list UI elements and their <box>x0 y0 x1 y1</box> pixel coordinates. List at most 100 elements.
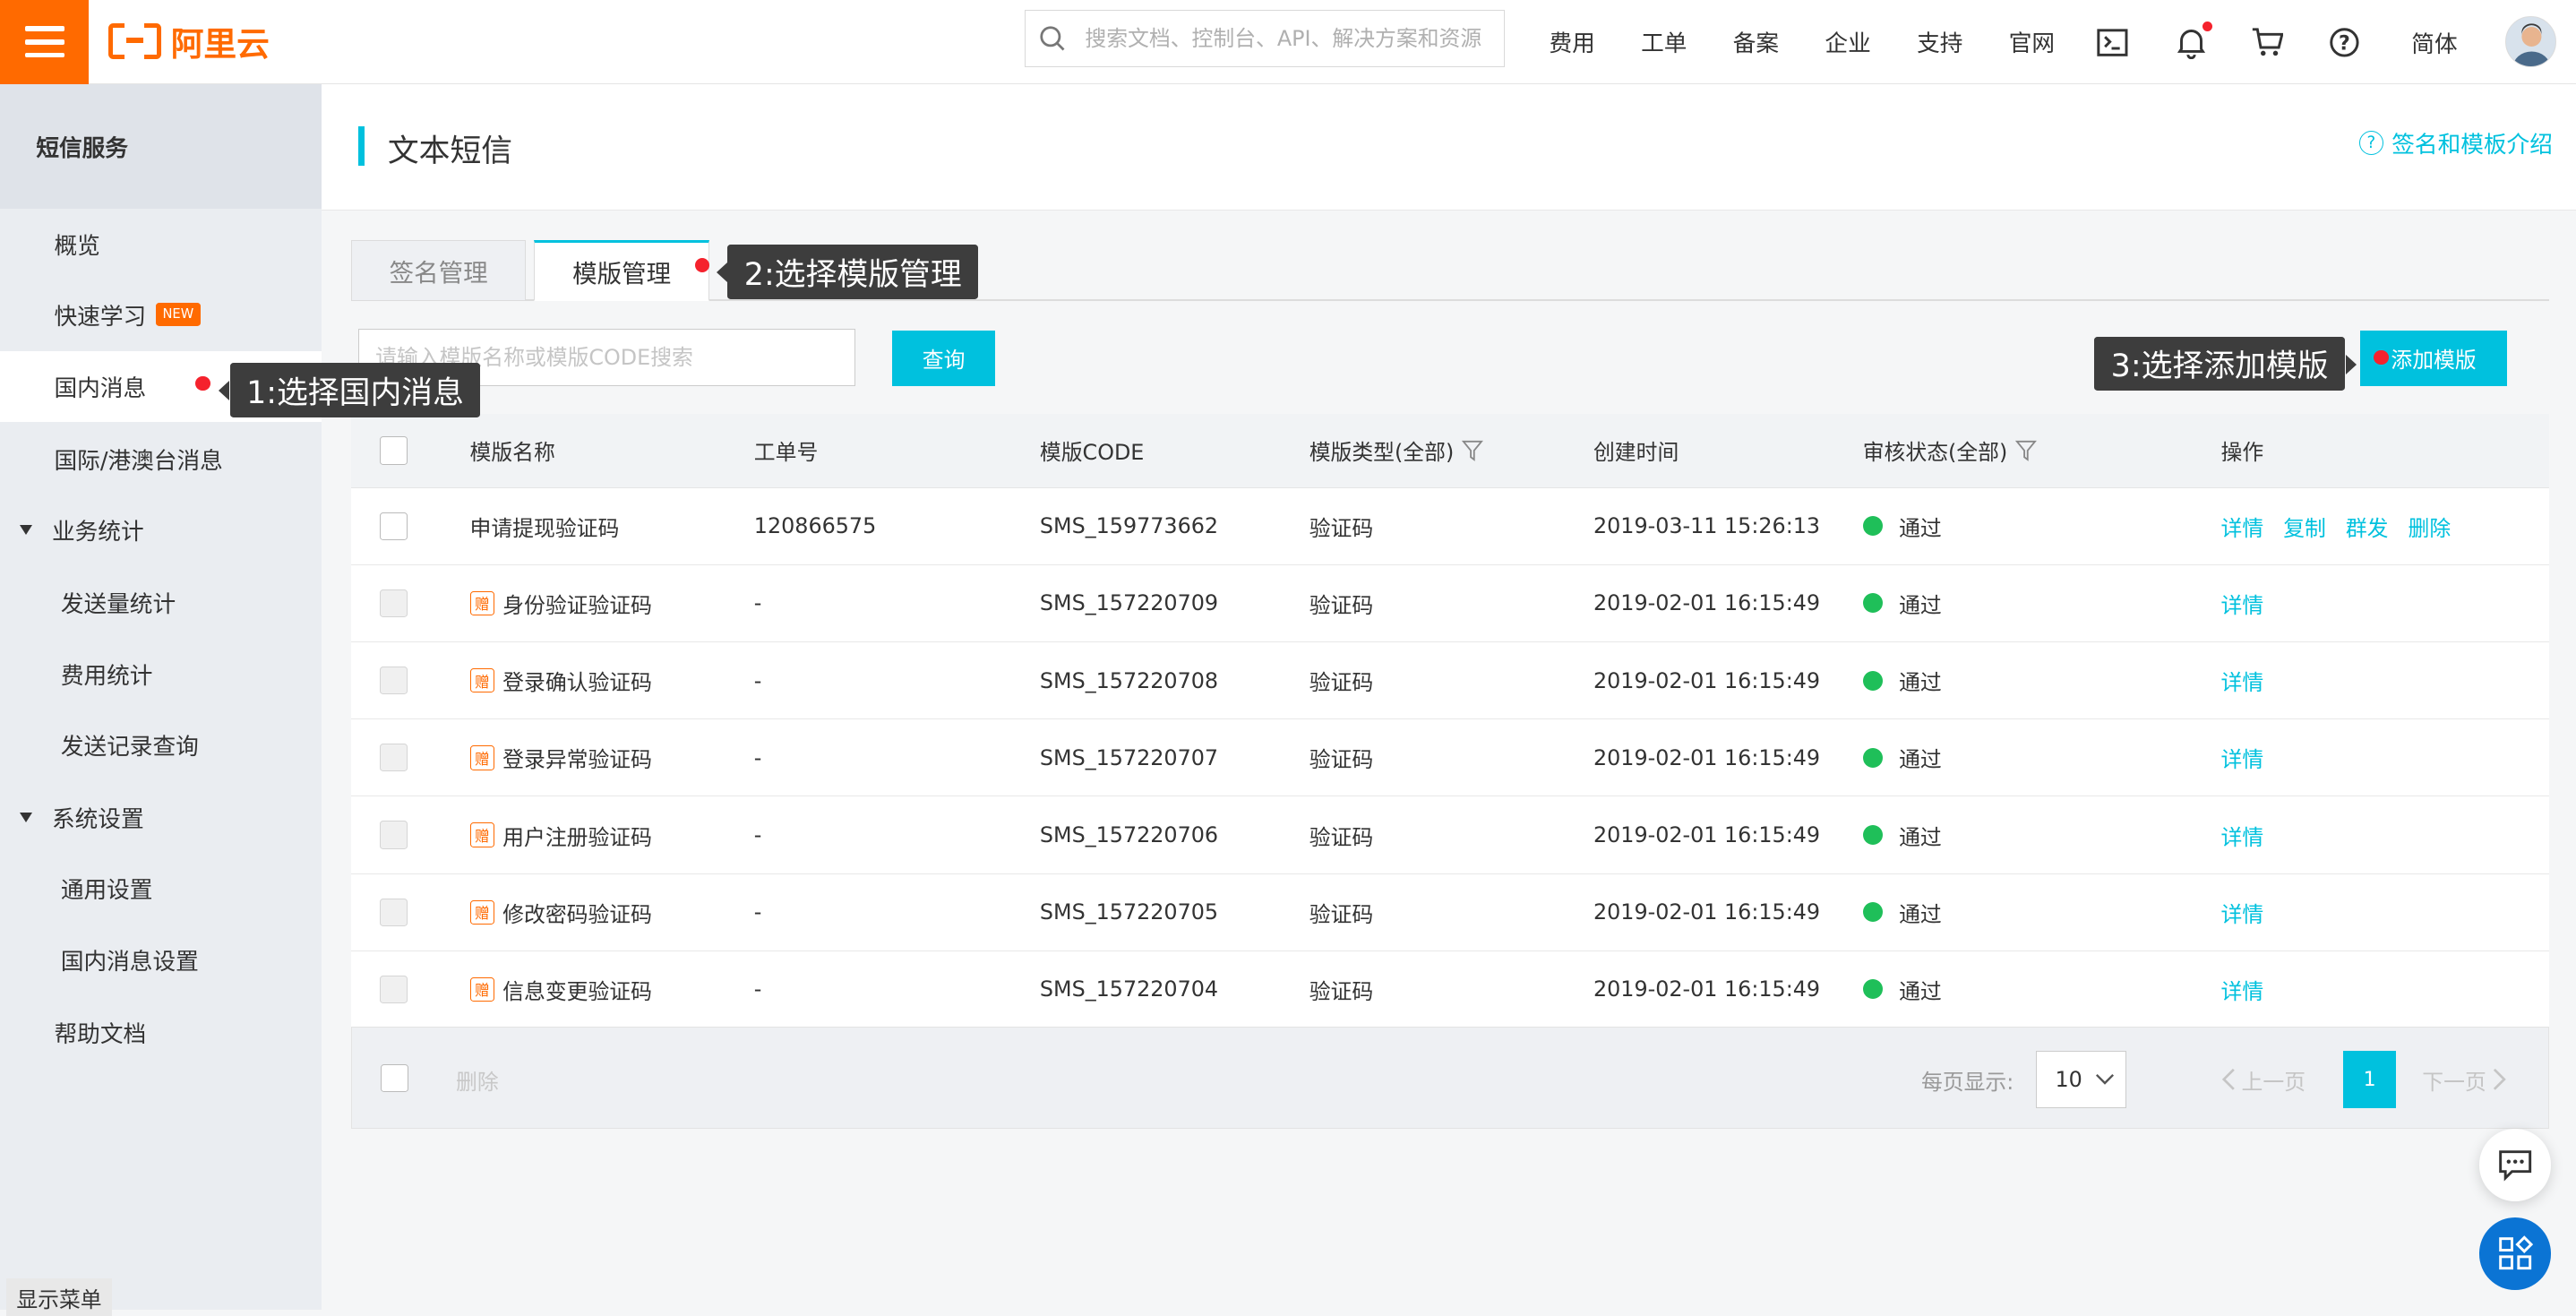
gift-badge-icon: 赠 <box>469 745 495 770</box>
terminal-icon[interactable] <box>2093 23 2133 63</box>
user-avatar[interactable] <box>2504 16 2556 68</box>
nav-enterprise[interactable]: 企业 <box>1825 25 1870 58</box>
annotation-step-3: 3:选择添加模版 <box>2094 336 2357 391</box>
template-code: SMS_157220708 <box>1039 667 1219 693</box>
top-nav: 费用 工单 备案 企业 支持 官网 <box>1549 0 2100 84</box>
hamburger-menu-button[interactable] <box>0 0 90 84</box>
language-switch[interactable]: 简体 <box>2411 26 2457 59</box>
template-code: SMS_157220705 <box>1039 899 1219 925</box>
template-code: SMS_157220709 <box>1039 590 1219 616</box>
sidebar-item-fee-stats[interactable]: 费用统计 <box>0 639 322 710</box>
template-name: 申请提现验证码 <box>469 515 620 541</box>
created-time: 2019-02-01 16:15:49 <box>1593 976 1821 1002</box>
chevron-down-icon <box>20 812 32 822</box>
table-row: 赠登录确认验证码 - SMS_157220708 验证码 2019-02-01 … <box>351 642 2550 720</box>
table-footer: 删除 每页显示: 10 上一页 1 下一页 <box>351 1027 2550 1129</box>
page-header: 文本短信 ? 签名和模板介绍 <box>322 83 2576 211</box>
sidebar-item-domestic-settings[interactable]: 国内消息设置 <box>0 925 322 996</box>
col-template-type[interactable]: 模版类型(全部) <box>1309 414 1484 487</box>
nav-official-site[interactable]: 官网 <box>2009 25 2055 58</box>
annotation-dot-1 <box>195 375 210 391</box>
sidebar-item-general-settings[interactable]: 通用设置 <box>0 853 322 924</box>
global-search-input[interactable] <box>1081 24 1493 53</box>
chevron-left-icon <box>2221 1069 2235 1091</box>
next-page-button: 下一页 <box>2422 1064 2506 1096</box>
nav-icp[interactable]: 备案 <box>1733 25 1779 58</box>
annotation-step-1: 1:选择国内消息 <box>218 363 481 417</box>
tab-signature-management[interactable]: 签名管理 <box>351 239 526 301</box>
detail-link[interactable]: 详情 <box>2221 511 2264 542</box>
page-number-current[interactable]: 1 <box>2343 1050 2396 1109</box>
table-row: 赠用户注册验证码 - SMS_157220706 验证码 2019-02-01 … <box>351 796 2550 874</box>
sidebar-item-international[interactable]: 国际/港澳台消息 <box>0 424 322 495</box>
sidebar-item-overview[interactable]: 概览 <box>0 209 322 280</box>
filter-icon[interactable] <box>2015 440 2038 461</box>
sign-template-intro-link[interactable]: ? 签名和模板介绍 <box>2358 126 2553 159</box>
review-status: 通过 <box>1899 901 1942 927</box>
nav-support[interactable]: 支持 <box>1917 25 1962 58</box>
table-header: 模版名称 工单号 模版CODE 模版类型(全部) 创建时间 审核状态(全部) 操… <box>351 414 2550 488</box>
review-status: 通过 <box>1899 515 1942 541</box>
footer-select-all-checkbox[interactable] <box>380 1063 408 1092</box>
annotation-step-2: 2:选择模版管理 <box>716 245 978 299</box>
search-icon <box>1040 26 1065 51</box>
gift-badge-icon: 赠 <box>469 667 495 693</box>
row-checkbox[interactable] <box>379 512 408 540</box>
created-time: 2019-02-01 16:15:49 <box>1593 590 1821 616</box>
review-status: 通过 <box>1899 670 1942 696</box>
copy-link[interactable]: 复制 <box>2283 511 2326 542</box>
template-type: 验证码 <box>1309 978 1374 1004</box>
global-search[interactable] <box>1025 10 1505 68</box>
per-page-select[interactable]: 10 <box>2036 1050 2127 1109</box>
col-ticket-no: 工单号 <box>753 440 819 466</box>
sidebar-group-system-settings[interactable]: 系统设置 <box>0 782 322 853</box>
help-icon[interactable]: ? <box>2324 23 2364 63</box>
detail-link[interactable]: 详情 <box>2221 742 2264 773</box>
select-all-checkbox[interactable] <box>379 436 408 465</box>
sidebar-item-send-stats[interactable]: 发送量统计 <box>0 567 322 638</box>
detail-link[interactable]: 详情 <box>2221 588 2264 619</box>
query-button[interactable]: 查询 <box>891 330 996 386</box>
detail-link[interactable]: 详情 <box>2221 665 2264 696</box>
detail-link[interactable]: 详情 <box>2221 820 2264 851</box>
tab-template-management[interactable]: 模版管理 <box>534 239 710 301</box>
aliyun-logo[interactable]: 阿里云 <box>108 20 270 64</box>
apps-button[interactable] <box>2478 1217 2552 1290</box>
sidebar-item-send-records[interactable]: 发送记录查询 <box>0 710 322 780</box>
show-menu-button[interactable]: 显示菜单 <box>6 1277 112 1316</box>
nav-tickets[interactable]: 工单 <box>1641 25 1687 58</box>
nav-fees[interactable]: 费用 <box>1549 25 1594 58</box>
col-review-status[interactable]: 审核状态(全部) <box>1863 414 2038 487</box>
detail-link[interactable]: 详情 <box>2221 897 2264 928</box>
aliyun-logo-icon <box>108 22 161 59</box>
sidebar-group-business-stats[interactable]: 业务统计 <box>0 495 322 565</box>
col-template-code: 模版CODE <box>1039 440 1145 466</box>
template-name: 信息变更验证码 <box>502 978 652 1004</box>
sidebar-item-quick-learn[interactable]: 快速学习 NEW <box>0 280 322 350</box>
template-name: 修改密码验证码 <box>502 901 652 927</box>
col-template-name: 模版名称 <box>469 440 555 466</box>
status-ok-icon <box>1862 825 1883 846</box>
notification-dot <box>2202 21 2213 31</box>
status-ok-icon <box>1862 902 1883 923</box>
bell-icon[interactable] <box>2172 21 2213 63</box>
cart-icon[interactable] <box>2247 23 2287 63</box>
created-time: 2019-02-01 16:15:49 <box>1593 667 1821 693</box>
sidebar-item-help-docs[interactable]: 帮助文档 <box>0 997 322 1068</box>
template-name: 身份验证验证码 <box>502 592 652 618</box>
ticket-no: - <box>753 976 762 1002</box>
delete-link[interactable]: 删除 <box>2409 511 2451 542</box>
template-name: 登录异常验证码 <box>502 747 652 773</box>
chat-button[interactable] <box>2478 1128 2552 1201</box>
table-row: 赠信息变更验证码 - SMS_157220704 验证码 2019-02-01 … <box>351 950 2550 1029</box>
question-circle-icon: ? <box>2358 130 2384 156</box>
template-type: 验证码 <box>1309 901 1374 927</box>
chevron-down-icon <box>2096 1073 2115 1085</box>
ticket-no: - <box>753 590 762 616</box>
ticket-no: - <box>753 822 762 848</box>
created-time: 2019-02-01 16:15:49 <box>1593 899 1821 925</box>
col-created-time: 创建时间 <box>1593 440 1679 466</box>
detail-link[interactable]: 详情 <box>2221 974 2264 1005</box>
bulk-send-link[interactable]: 群发 <box>2346 511 2389 542</box>
filter-icon[interactable] <box>1462 440 1484 461</box>
